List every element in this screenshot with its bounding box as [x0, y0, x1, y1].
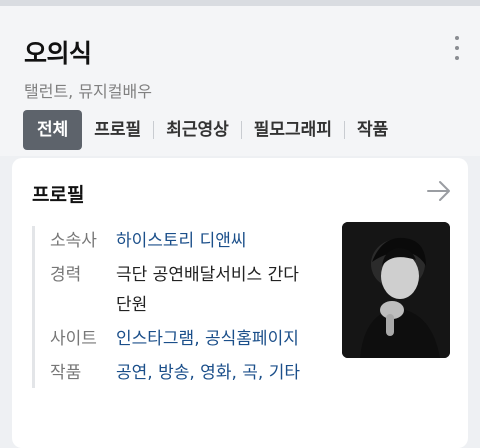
info-row-agency: 소속사 하이스토리 디앤씨: [35, 226, 335, 256]
info-label: 경력: [50, 265, 82, 285]
tab-all[interactable]: 전체: [23, 110, 83, 150]
info-row-works: 작품 공연, 방송, 영화, 곡, 기타: [35, 358, 335, 388]
arrow-right-icon[interactable]: [426, 180, 452, 202]
profile-card: 프로필 소속사 하이스토리 디앤씨 경력 극단 공연배달서비스 간다 단원 사이…: [12, 158, 468, 448]
info-label: 소속사: [50, 231, 97, 251]
info-row-site: 사이트 인스타그램, 공식홈페이지: [35, 324, 335, 354]
site-links[interactable]: 인스타그램, 공식홈페이지: [116, 324, 326, 354]
tab-recent-videos[interactable]: 최근영상: [154, 110, 241, 150]
info-row-career: 경력 극단 공연배달서비스 간다 단원: [35, 260, 335, 320]
entity-header: 오의식 탤런트, 뮤지컬배우 전체 프로필 최근영상 필모그래피 작품: [0, 6, 480, 156]
portrait-image: [342, 222, 450, 358]
person-name: 오의식: [24, 39, 92, 68]
tab-works[interactable]: 작품: [345, 110, 400, 150]
profile-photo[interactable]: [342, 222, 450, 358]
tab-profile[interactable]: 프로필: [82, 110, 153, 150]
info-label: 사이트: [50, 329, 97, 349]
tab-filmography[interactable]: 필모그래피: [242, 110, 344, 150]
person-occupation: 탤런트, 뮤지컬배우: [24, 82, 152, 101]
tab-bar: 전체 프로필 최근영상 필모그래피 작품: [23, 110, 480, 150]
info-label: 작품: [50, 363, 82, 383]
kebab-menu-icon[interactable]: [450, 36, 464, 60]
works-links[interactable]: 공연, 방송, 영화, 곡, 기타: [116, 358, 326, 388]
agency-link[interactable]: 하이스토리 디앤씨: [116, 226, 326, 256]
profile-heading: 프로필: [32, 184, 85, 206]
career-value: 극단 공연배달서비스 간다 단원: [116, 265, 299, 315]
profile-info-list: 소속사 하이스토리 디앤씨 경력 극단 공연배달서비스 간다 단원 사이트 인스…: [32, 226, 335, 388]
